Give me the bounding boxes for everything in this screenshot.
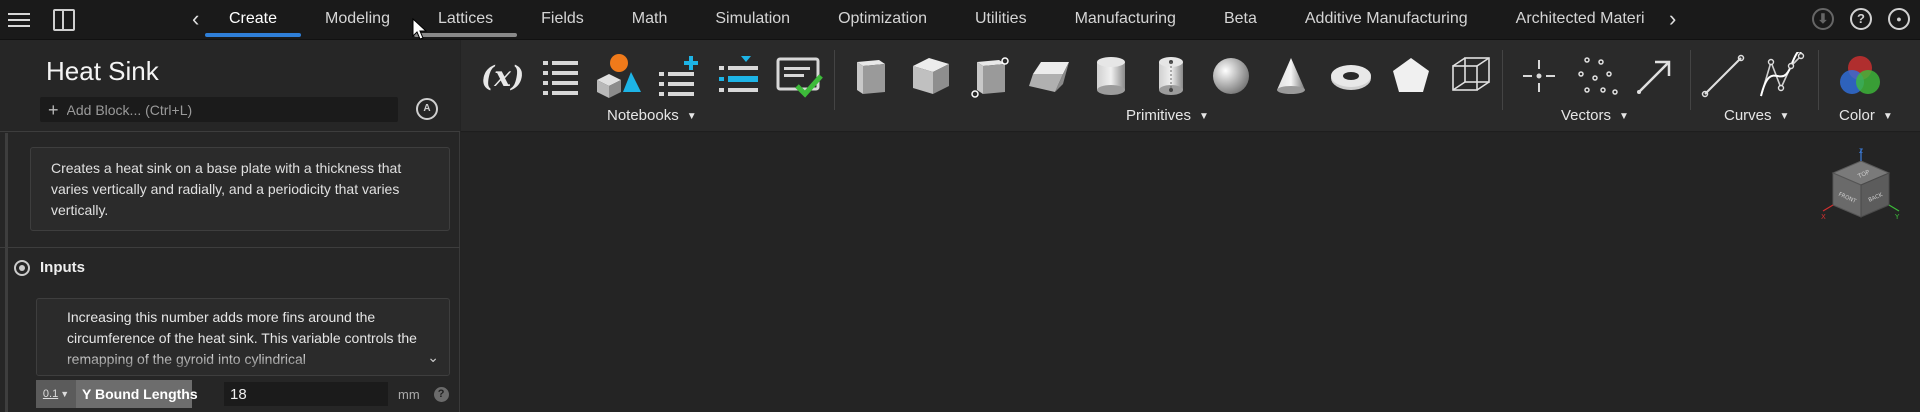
parameter-help-icon[interactable]: ? (433, 386, 449, 402)
hamburger-menu-icon[interactable] (8, 8, 32, 32)
chevron-down-icon: ▼ (1882, 110, 1893, 122)
parameter-label: Y Bound Lengths (76, 380, 198, 408)
point-cloud-icon[interactable] (1573, 52, 1621, 100)
insert-list-item-icon[interactable] (715, 52, 763, 100)
top-right-icons: ⬇ ? ● (1812, 8, 1910, 30)
expand-chevron-down-icon[interactable]: ⌄ (427, 347, 439, 368)
tab-optimization[interactable]: Optimization (814, 0, 951, 40)
inputs-section-header[interactable]: Inputs (14, 259, 85, 276)
panel-body: Creates a heat sink on a base plate with… (0, 133, 460, 412)
curves-label: Curves (1724, 107, 1772, 124)
cone-icon[interactable] (1267, 52, 1315, 100)
unit-label: mm (398, 386, 420, 402)
notebooks-label: Notebooks (607, 107, 679, 124)
type-badge-label: 0.1 (42, 388, 59, 400)
tab-simulation[interactable]: Simulation (691, 0, 814, 40)
view-cube[interactable]: TOP FRONT BACK Z X Y (1821, 147, 1901, 237)
parallelepiped-icon[interactable] (1027, 52, 1075, 100)
checklist-icon[interactable] (775, 52, 823, 100)
polyline-curve-icon[interactable] (1757, 52, 1805, 100)
sphere-icon[interactable] (1207, 52, 1255, 100)
svg-text:(x): (x) (481, 60, 524, 93)
add-block-field[interactable]: + (40, 97, 398, 122)
tab-architected-materials[interactable]: Architected Materials (1492, 0, 1645, 40)
shapes-icon[interactable] (595, 52, 643, 100)
ribbon-separator (834, 50, 835, 110)
y-bound-lengths-input[interactable] (224, 382, 388, 406)
ribbon-separator (1690, 50, 1691, 110)
torus-icon[interactable] (1327, 52, 1375, 100)
wireframe-cube-icon[interactable] (1447, 52, 1495, 100)
tab-manufacturing[interactable]: Manufacturing (1051, 0, 1200, 40)
chevron-down-icon: ▼ (1779, 110, 1790, 122)
top-menu-bar: ‹ Create Modeling Lattices Fields Math Simula… (0, 0, 1920, 40)
line-icon[interactable] (1699, 52, 1747, 100)
polygon-icon[interactable] (1387, 52, 1435, 100)
variable-icon[interactable]: (x) (477, 52, 525, 100)
color-mixer-icon[interactable] (1836, 52, 1884, 100)
block-title: Heat Sink (46, 56, 159, 86)
parameter-description: Increasing this number adds more fins ar… (36, 298, 450, 376)
ribbon-separator (1818, 50, 1819, 110)
chevron-down-icon: ▼ (686, 110, 697, 122)
mouse-cursor-icon (412, 18, 428, 40)
notebooks-group-dropdown[interactable]: Notebooks ▼ (607, 107, 697, 124)
axis-y-label: Y (1894, 213, 1900, 221)
parameter-row-y-bound-lengths: 0.1 ▼ Y Bound Lengths mm ? (36, 380, 450, 408)
vectors-group-dropdown[interactable]: Vectors ▼ (1561, 107, 1629, 124)
vector-arrow-icon[interactable] (1631, 52, 1679, 100)
tab-math[interactable]: Math (608, 0, 692, 40)
description-fade (37, 353, 449, 375)
list-icon[interactable] (537, 52, 585, 100)
tab-lattices[interactable]: Lattices (413, 0, 518, 40)
add-block-input[interactable] (66, 101, 367, 118)
download-icon[interactable]: ⬇ (1812, 8, 1834, 30)
inputs-section-title: Inputs (40, 259, 85, 276)
chevron-down-icon: ▼ (1619, 110, 1629, 122)
axis-x-label: X (1821, 213, 1826, 221)
capped-cylinder-icon[interactable] (1147, 52, 1195, 100)
axis-z-label: Z (1859, 148, 1863, 155)
help-icon[interactable]: ? (1850, 8, 1872, 30)
section-divider (0, 247, 460, 248)
color-group-dropdown[interactable]: Color ▼ (1839, 107, 1893, 124)
curves-group-dropdown[interactable]: Curves ▼ (1724, 107, 1789, 124)
panel-header: Heat Sink + A (0, 40, 460, 132)
bounding-box-icon[interactable] (967, 52, 1015, 100)
tabs-scroll-left-icon[interactable]: ‹ (192, 8, 199, 30)
gear-icon (14, 259, 30, 276)
account-icon[interactable]: ● (1888, 8, 1910, 30)
primitives-label: Primitives (1126, 107, 1192, 124)
vectors-label: Vectors (1561, 107, 1612, 124)
block-properties-panel: Heat Sink + A Creates a heat sink on a b… (0, 40, 460, 412)
add-list-item-icon[interactable] (655, 52, 703, 100)
panel-scrollbar[interactable] (5, 133, 8, 412)
tab-utilities[interactable]: Utilities (951, 0, 1051, 40)
3d-viewport[interactable]: TOP FRONT BACK Z X Y (461, 133, 1920, 412)
box-icon[interactable] (847, 52, 895, 100)
cube-icon[interactable] (907, 52, 955, 100)
primitives-group-dropdown[interactable]: Primitives ▼ (1126, 107, 1209, 124)
tab-modeling[interactable]: Modeling (301, 0, 414, 40)
block-description: Creates a heat sink on a base plate with… (30, 147, 450, 231)
create-ribbon: (x) Notebooks ▼ Primitives ▼ Vectors ▼ C… (461, 40, 1920, 132)
ribbon-separator (1502, 50, 1503, 110)
scalar-type-dropdown[interactable]: 0.1 ▼ (36, 380, 76, 408)
tab-beta[interactable]: Beta (1200, 0, 1281, 40)
plus-icon: + (48, 99, 59, 120)
panel-toggle-icon[interactable] (53, 9, 75, 31)
chevron-down-icon: ▼ (60, 389, 70, 399)
tab-additive-manufacturing[interactable]: Additive Manufacturing (1281, 0, 1492, 40)
point-icon[interactable] (1515, 52, 1563, 100)
color-label: Color (1839, 107, 1875, 124)
tab-fields[interactable]: Fields (517, 0, 608, 40)
chevron-down-icon: ▼ (1199, 110, 1209, 122)
tabs-scroll-right-icon[interactable]: › (1669, 8, 1676, 30)
assistant-icon[interactable]: A (416, 98, 438, 120)
tab-create[interactable]: Create (205, 0, 302, 40)
cylinder-icon[interactable] (1087, 52, 1135, 100)
